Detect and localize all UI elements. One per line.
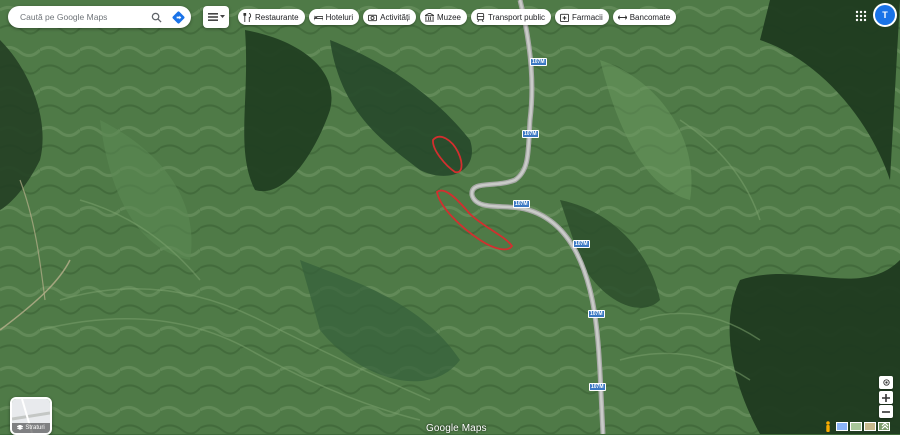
museum-icon xyxy=(424,12,434,22)
layers-button[interactable]: Straturi xyxy=(10,397,52,435)
chip-activitati[interactable]: Activități xyxy=(363,9,416,25)
chip-label: Farmacii xyxy=(572,12,603,22)
chip-muzee[interactable]: Muzee xyxy=(419,9,467,25)
road-label: 107M xyxy=(589,383,606,391)
map-type-button[interactable] xyxy=(203,6,229,28)
account-avatar[interactable]: T xyxy=(875,5,895,25)
chip-label: Bancomate xyxy=(629,12,671,22)
pegman-icon[interactable] xyxy=(824,421,832,432)
stacked-lines-icon xyxy=(207,13,218,21)
crosshair-icon xyxy=(882,379,890,386)
chevron-down-icon xyxy=(219,15,225,18)
road-label: 107M xyxy=(573,240,590,248)
minus-icon xyxy=(882,410,890,413)
bed-icon xyxy=(313,15,323,20)
search-box[interactable]: Caută pe Google Maps xyxy=(8,6,191,28)
road-label: 107M xyxy=(513,200,530,208)
imagery-thumb[interactable] xyxy=(836,422,848,431)
chip-label: Muzee xyxy=(436,12,461,22)
chip-bancomate[interactable]: Bancomate xyxy=(612,9,677,25)
chip-transport-public[interactable]: Transport public xyxy=(470,9,552,25)
category-chips: Restaurante Hoteluri Activități Muzee Tr… xyxy=(238,9,677,25)
chip-restaurante[interactable]: Restaurante xyxy=(238,9,305,25)
chevron-up-icon[interactable] xyxy=(881,423,889,431)
road-label: 107M xyxy=(530,58,547,66)
road-label: 107M xyxy=(588,310,605,318)
chip-label: Hoteluri xyxy=(325,12,354,22)
train-icon xyxy=(476,12,485,22)
layers-label: Straturi xyxy=(25,425,45,431)
chip-label: Restaurante xyxy=(255,12,299,22)
google-maps-logo: Google Maps xyxy=(426,423,487,434)
imagery-thumb[interactable] xyxy=(850,422,862,431)
chip-label: Activități xyxy=(380,12,410,22)
fork-knife-icon xyxy=(243,12,252,22)
zoom-in-button[interactable] xyxy=(879,391,893,404)
directions-icon[interactable] xyxy=(169,8,187,26)
pharmacy-icon xyxy=(560,13,570,22)
imagery-thumb[interactable] xyxy=(864,422,876,431)
satellite-map[interactable] xyxy=(0,0,900,434)
search-input[interactable]: Caută pe Google Maps xyxy=(8,12,147,22)
zoom-out-button[interactable] xyxy=(879,405,893,418)
camera-icon xyxy=(368,14,378,21)
atm-icon xyxy=(617,14,627,20)
chip-farmacii[interactable]: Farmacii xyxy=(555,9,609,25)
apps-grid-icon[interactable] xyxy=(855,10,867,22)
plus-icon xyxy=(882,393,890,402)
chip-hoteluri[interactable]: Hoteluri xyxy=(308,9,360,25)
chip-label: Transport public xyxy=(487,12,546,22)
road-label: 107M xyxy=(522,130,539,138)
layers-icon xyxy=(17,425,24,430)
my-location-button[interactable] xyxy=(879,376,893,389)
search-icon[interactable] xyxy=(147,8,165,26)
